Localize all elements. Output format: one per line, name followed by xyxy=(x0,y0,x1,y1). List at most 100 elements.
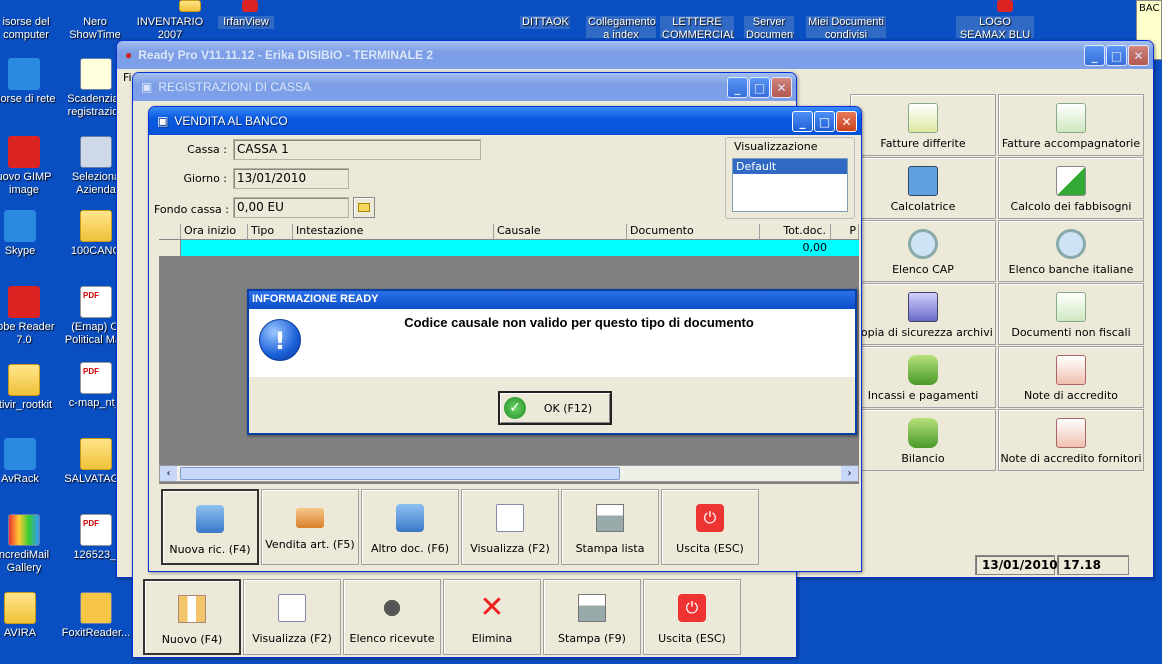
column-header[interactable]: Tot.doc. xyxy=(760,224,831,239)
view-icon xyxy=(496,504,524,532)
registrazioni-toolbar: Nuovo (F4) Visualizza (F2) Elenco ricevu… xyxy=(143,579,793,655)
list-item-default[interactable]: Default xyxy=(733,159,847,174)
binoculars-icon xyxy=(378,594,406,622)
note-accredito-fornitori-button[interactable]: Note di accredito fornitori xyxy=(998,409,1144,471)
elenco-cap-button[interactable]: Elenco CAP xyxy=(850,220,996,282)
giorno-field[interactable]: 13/01/2010 xyxy=(233,168,349,189)
menu-file[interactable]: Fi xyxy=(123,71,132,84)
uscita-button[interactable]: ⏻ Uscita (ESC) xyxy=(643,579,741,655)
document-icon xyxy=(1056,292,1086,322)
maximize-button[interactable]: □ xyxy=(1106,45,1127,66)
money-icon xyxy=(908,355,938,385)
uscita-button[interactable]: ⏻ Uscita (ESC) xyxy=(661,489,759,565)
maximize-button[interactable]: □ xyxy=(814,111,835,132)
desktop-icon-label[interactable]: Nero ShowTime xyxy=(66,16,124,42)
horizontal-scrollbar[interactable]: ‹ › xyxy=(159,465,859,482)
desktop-icon-foxit[interactable]: FoxitReader... xyxy=(60,592,132,640)
scroll-thumb[interactable] xyxy=(180,467,620,480)
cassa-field[interactable]: CASSA 1 xyxy=(233,139,481,160)
backup-icon xyxy=(908,292,938,322)
elenco-banche-button[interactable]: Elenco banche italiane xyxy=(998,220,1144,282)
maximize-button[interactable]: □ xyxy=(749,77,770,98)
desktop-icon-gimp[interactable]: uovo GIMP image xyxy=(0,136,60,197)
desktop-icon-label[interactable]: DITTAOK xyxy=(520,16,570,29)
minimize-button[interactable]: _ xyxy=(792,111,813,132)
main-window-title: Ready Pro V11.11.12 - Erika DISIBIO - TE… xyxy=(138,48,434,62)
desktop-icon-label[interactable]: Collegamento a index xyxy=(586,16,656,38)
chart-icon xyxy=(1056,166,1086,196)
table-row[interactable]: 0,00 xyxy=(159,240,859,256)
note-accredito-button[interactable]: Note di accredito xyxy=(998,346,1144,408)
incredimail-icon xyxy=(8,514,40,546)
incassi-pagamenti-button[interactable]: Incassi e pagamenti xyxy=(850,346,996,408)
scroll-left-icon[interactable]: ‹ xyxy=(160,466,177,481)
giorno-label: Giorno : xyxy=(183,172,227,185)
desktop-icon-network[interactable]: isorse di rete xyxy=(0,58,60,106)
nuova-ricevuta-button[interactable]: Nuova ric. (F4) xyxy=(161,489,259,565)
desktop-icon-incredimail[interactable]: ncrediMail Gallery xyxy=(0,514,60,575)
exit-icon: ⏻ xyxy=(678,594,706,622)
visualizza-button[interactable]: Visualizza (F2) xyxy=(243,579,341,655)
column-header[interactable]: Intestazione xyxy=(293,224,494,239)
avrack-icon xyxy=(4,438,36,470)
bilancio-button[interactable]: Bilancio xyxy=(850,409,996,471)
column-header[interactable]: P xyxy=(831,224,859,239)
open-folder-button[interactable] xyxy=(353,197,375,218)
dialog-titlebar[interactable]: INFORMAZIONE READY xyxy=(249,291,855,309)
cash-register-icon: ▣ xyxy=(157,114,169,128)
copia-sicurezza-button[interactable]: Copia di sicurezza archivi xyxy=(850,283,996,345)
desktop-icon-label[interactable]: IrfanView xyxy=(218,16,274,29)
desktop-icon-label[interactable]: isorse del computer xyxy=(0,16,52,42)
ok-button[interactable]: ✓ OK (F12) xyxy=(498,391,612,425)
main-window-titlebar[interactable]: ● Ready Pro V11.11.12 - Erika DISIBIO - … xyxy=(117,41,1153,69)
desktop-icon-label[interactable]: LOGO SEAMAX BLU xyxy=(956,16,1034,38)
minimize-button[interactable]: _ xyxy=(1084,45,1105,66)
column-header[interactable]: Documento xyxy=(627,224,760,239)
credit-note-icon xyxy=(1056,418,1086,448)
calcolatrice-button[interactable]: Calcolatrice xyxy=(850,157,996,219)
pdf-icon xyxy=(80,362,112,394)
close-button[interactable]: ✕ xyxy=(771,77,792,98)
vendita-articoli-button[interactable]: Vendita art. (F5) xyxy=(261,489,359,565)
close-button[interactable]: ✕ xyxy=(1128,45,1149,66)
fatture-differite-button[interactable]: Fatture differite xyxy=(850,94,996,156)
stampa-lista-button[interactable]: Stampa lista xyxy=(561,489,659,565)
folder-icon xyxy=(80,210,112,242)
nuovo-button[interactable]: Nuovo (F4) xyxy=(143,579,241,655)
row-indicator xyxy=(159,240,181,256)
elimina-button[interactable]: ✕ Elimina xyxy=(443,579,541,655)
desktop-icon-skype[interactable]: Skype xyxy=(0,210,56,258)
printer-icon xyxy=(578,594,606,622)
column-header[interactable]: Causale xyxy=(494,224,627,239)
visualizzazione-list[interactable]: Default xyxy=(732,158,848,212)
desktop-icon-label[interactable]: Server Documenti xyxy=(744,16,794,38)
column-header[interactable]: Ora inizio tr... xyxy=(181,224,248,251)
desktop-icon-label[interactable]: INVENTARIO 2007 xyxy=(134,16,206,38)
close-button[interactable]: ✕ xyxy=(836,111,857,132)
minimize-button[interactable]: _ xyxy=(727,77,748,98)
credit-note-icon xyxy=(1056,355,1086,385)
documenti-non-fiscali-button[interactable]: Documenti non fiscali xyxy=(998,283,1144,345)
altro-documento-button[interactable]: Altro doc. (F6) xyxy=(361,489,459,565)
invoice-icon xyxy=(908,103,938,133)
visualizza-button[interactable]: Visualizza (F2) xyxy=(461,489,559,565)
fatture-accompagnatorie-button[interactable]: Fatture accompagnatorie xyxy=(998,94,1144,156)
desktop-icon-label[interactable]: LETTERE COMMERCIALI xyxy=(660,16,734,38)
desktop-icon-avrack[interactable]: AvRack xyxy=(0,438,56,486)
desktop-icon-antivir[interactable]: ttivir_rootkit xyxy=(0,364,60,412)
registrazioni-titlebar[interactable]: ▣ REGISTRAZIONI DI CASSA xyxy=(133,73,796,101)
column-header[interactable]: Tipo xyxy=(248,224,293,239)
desktop-icon-acrobat[interactable]: robe Reader 7.0 xyxy=(0,286,60,347)
money-icon xyxy=(908,418,938,448)
skype-icon xyxy=(4,210,36,242)
stampa-button[interactable]: Stampa (F9) xyxy=(543,579,641,655)
fondo-field[interactable]: 0,00 EU xyxy=(233,197,349,218)
vendita-titlebar[interactable]: ▣ VENDITA AL BANCO xyxy=(149,107,861,135)
scroll-right-icon[interactable]: › xyxy=(841,466,858,481)
calcolo-fabbisogni-button[interactable]: Calcolo dei fabbisogni xyxy=(998,157,1144,219)
card-icon xyxy=(296,508,324,528)
desktop-icon-label[interactable]: Miei Documenti condivisi xyxy=(806,16,886,38)
desktop-icon-avira[interactable]: AVIRA xyxy=(0,592,56,640)
row-total: 0,00 xyxy=(802,241,828,254)
elenco-ricevute-button[interactable]: Elenco ricevute xyxy=(343,579,441,655)
